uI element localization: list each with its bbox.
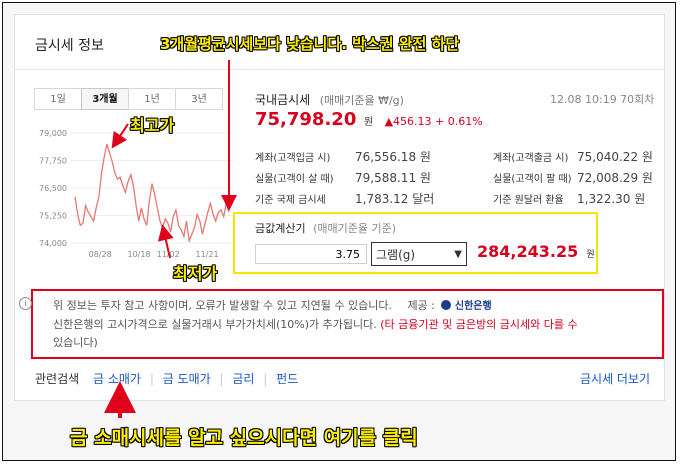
arrow-high bbox=[111, 123, 129, 149]
arrow-low bbox=[158, 224, 174, 259]
annotation-arrows bbox=[104, 60, 237, 418]
